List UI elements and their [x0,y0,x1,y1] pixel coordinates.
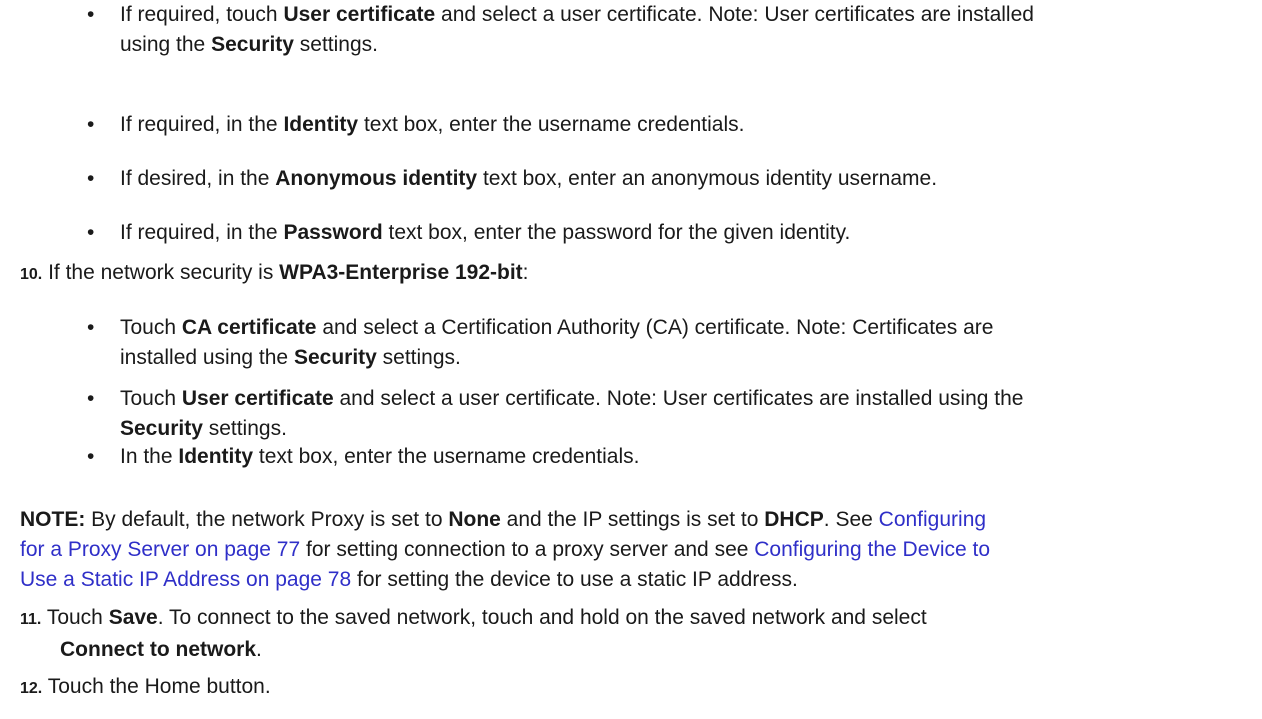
step-11: 11. Touch Save. To connect to the saved … [20,606,927,661]
list-item: • If desired, in the Anonymous identity … [87,164,1240,194]
link-static-ip[interactable]: Configuring the Device to [754,538,990,561]
bullet-mark: • [87,445,95,468]
list-item: • Touch User certificate and select a us… [87,384,1240,444]
list-item: • If required, in the Password text box,… [87,218,1240,248]
document-page: • If required, touch User certificate an… [0,0,1262,719]
list-item: • In the Identity text box, enter the us… [87,442,1240,472]
list-item: • Touch CA certificate and select a Cert… [87,313,1240,373]
step-10: 10. If the network security is WPA3-Ente… [20,261,529,284]
list-item: • If required, touch User certificate an… [87,0,1240,60]
step-12: 12. Touch the Home button. [20,675,271,698]
bullet-mark: • [87,316,95,339]
bullet-mark: • [87,221,95,244]
bullet-mark: • [87,167,95,190]
bullet-mark: • [87,387,95,410]
bullet-mark: • [87,3,95,26]
list-item: • If required, in the Identity text box,… [87,110,1240,140]
link-proxy-server[interactable]: Configuring [879,508,986,531]
bullet-mark: • [87,113,95,136]
note-label: NOTE: [20,508,86,531]
note-paragraph: NOTE: By default, the network Proxy is s… [20,508,991,591]
link-static-ip[interactable]: Use a Static IP Address on page 78 [20,568,351,591]
link-proxy-server[interactable]: for a Proxy Server on page 77 [20,538,300,561]
